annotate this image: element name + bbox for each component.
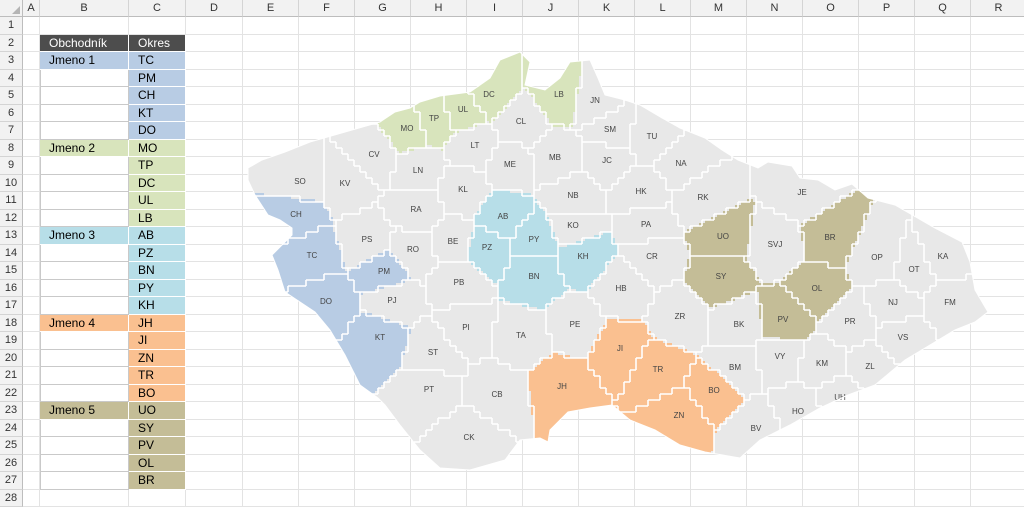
district-label: BR bbox=[824, 233, 835, 242]
district-label: NJ bbox=[888, 298, 898, 307]
district-label: PY bbox=[529, 235, 540, 244]
district-label: PB bbox=[454, 278, 465, 287]
district-label: KM bbox=[816, 359, 828, 368]
district-label: PZ bbox=[482, 243, 492, 252]
district-label: BM bbox=[729, 363, 741, 372]
district-label: JN bbox=[590, 96, 600, 105]
district-label: CL bbox=[516, 117, 527, 126]
district-label: ZR bbox=[675, 312, 686, 321]
district-region-uh[interactable] bbox=[816, 373, 954, 481]
district-label: BK bbox=[734, 320, 745, 329]
district-label: CH bbox=[290, 210, 302, 219]
district-label: KT bbox=[375, 333, 385, 342]
district-label: SM bbox=[604, 125, 616, 134]
district-label: CB bbox=[491, 390, 502, 399]
district-label: UL bbox=[458, 105, 469, 114]
district-label: OL bbox=[812, 284, 823, 293]
district-label: HO bbox=[792, 407, 804, 416]
district-label: LT bbox=[471, 141, 480, 150]
district-label: CK bbox=[463, 433, 475, 442]
district-label: ST bbox=[428, 348, 438, 357]
district-label: BN bbox=[528, 272, 539, 281]
district-label: PS bbox=[362, 235, 373, 244]
district-label: PA bbox=[641, 220, 652, 229]
district-label: KO bbox=[567, 221, 579, 230]
district-label: SO bbox=[294, 177, 306, 186]
district-label: BE bbox=[448, 237, 459, 246]
district-label: PV bbox=[778, 315, 789, 324]
district-label: NB bbox=[567, 191, 578, 200]
district-label: JI bbox=[617, 344, 623, 353]
district-label: CR bbox=[646, 252, 658, 261]
district-label: ZL bbox=[865, 362, 875, 371]
district-label: PE bbox=[570, 320, 581, 329]
district-label: RK bbox=[697, 193, 709, 202]
district-label: SY bbox=[716, 272, 727, 281]
district-label: PJ bbox=[387, 296, 396, 305]
district-label: LB bbox=[554, 90, 564, 99]
district-label: TU bbox=[647, 132, 658, 141]
district-label: AB bbox=[498, 212, 509, 221]
district-label: DC bbox=[483, 90, 495, 99]
district-label: TA bbox=[516, 331, 526, 340]
district-label: NA bbox=[675, 159, 687, 168]
district-label: JC bbox=[602, 156, 612, 165]
district-label: VY bbox=[775, 352, 786, 361]
district-label: OT bbox=[908, 265, 919, 274]
district-label: PT bbox=[424, 385, 434, 394]
district-label: TC bbox=[307, 251, 318, 260]
district-label: FM bbox=[944, 298, 956, 307]
district-label: BV bbox=[751, 424, 762, 433]
district-label: TP bbox=[429, 114, 439, 123]
district-label: VS bbox=[898, 333, 909, 342]
district-label: JH bbox=[557, 382, 567, 391]
district-label: RA bbox=[410, 205, 422, 214]
district-label: HB bbox=[615, 284, 626, 293]
czech-district-map: DC LB JN UL MO TP CL SM TU LT CV MB JC NA SO KV LN ME KL NB… bbox=[240, 40, 996, 481]
district-region-so[interactable] bbox=[240, 40, 324, 202]
district-region-vs[interactable] bbox=[873, 313, 996, 475]
district-label: DO bbox=[320, 297, 332, 306]
district-label: KA bbox=[938, 252, 949, 261]
district-label: JE bbox=[797, 188, 806, 197]
district-label: LN bbox=[413, 166, 423, 175]
district-label: PI bbox=[462, 323, 470, 332]
district-label: BO bbox=[708, 386, 720, 395]
district-label: UO bbox=[717, 232, 729, 241]
district-label: MO bbox=[401, 124, 414, 133]
district-label: OP bbox=[871, 253, 883, 262]
district-label: RO bbox=[407, 245, 419, 254]
district-label: KV bbox=[340, 179, 351, 188]
district-label: HK bbox=[635, 187, 647, 196]
district-label: CV bbox=[368, 150, 380, 159]
district-label: KL bbox=[458, 185, 468, 194]
district-label: PM bbox=[378, 267, 390, 276]
district-label: KH bbox=[577, 252, 588, 261]
district-label: SVJ bbox=[768, 240, 783, 249]
district-label: MB bbox=[549, 153, 561, 162]
district-label: TR bbox=[653, 365, 664, 374]
district-label: ZN bbox=[674, 411, 685, 420]
district-label: PR bbox=[844, 317, 855, 326]
district-label: ME bbox=[504, 160, 516, 169]
